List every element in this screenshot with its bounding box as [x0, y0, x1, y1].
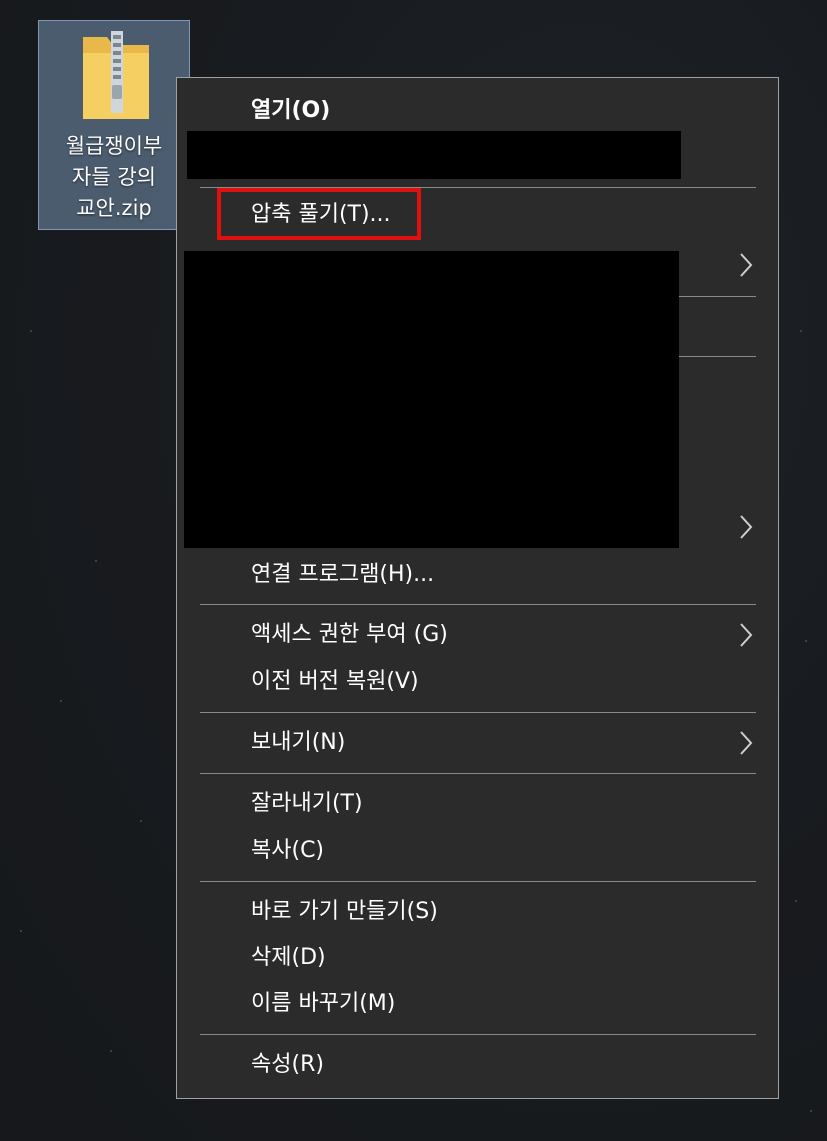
menu-separator [200, 604, 756, 605]
menu-item-create-shortcut[interactable]: 바로 가기 만들기(S) [251, 897, 438, 927]
menu-item-restore-versions[interactable]: 이전 버전 복원(V) [251, 667, 419, 697]
background-star [110, 1050, 112, 1052]
menu-separator [200, 881, 756, 882]
menu-item-give-access[interactable]: 액세스 권한 부여 (G) [251, 620, 448, 650]
background-star [20, 930, 22, 932]
background-star [810, 1110, 812, 1112]
desktop-background: 월급쟁이부 자들 강의 교안.zip 열기(O) 압축 풀기(T)... 연결 … [0, 0, 827, 1141]
chevron-right-icon [740, 623, 753, 647]
background-star [140, 820, 142, 822]
background-star [795, 900, 797, 902]
menu-item-send-to[interactable]: 보내기(N) [251, 728, 345, 758]
background-star [60, 700, 62, 702]
background-star [30, 330, 32, 332]
menu-separator [200, 773, 756, 774]
menu-item-delete[interactable]: 삭제(D) [251, 943, 326, 973]
menu-separator [200, 1034, 756, 1035]
desktop-file-item[interactable]: 월급쟁이부 자들 강의 교안.zip [38, 20, 190, 230]
menu-item-open-with[interactable]: 연결 프로그램(H)... [251, 560, 434, 590]
redacted-region [184, 251, 679, 548]
background-star [95, 560, 97, 562]
highlight-box [217, 188, 421, 240]
background-star [800, 330, 802, 332]
background-star [805, 640, 807, 642]
context-menu: 열기(O) 압축 풀기(T)... 연결 프로그램(H)... 액세스 권한 부… [176, 77, 779, 1099]
chevron-right-icon [740, 253, 753, 277]
chevron-right-icon [740, 731, 753, 755]
menu-item-rename[interactable]: 이름 바꾸기(M) [251, 989, 395, 1019]
menu-item-properties[interactable]: 속성(R) [251, 1050, 324, 1080]
chevron-right-icon [740, 515, 753, 539]
menu-item-open[interactable]: 열기(O) [251, 96, 330, 126]
zip-folder-icon [83, 31, 149, 119]
menu-separator [679, 296, 756, 297]
menu-separator [679, 356, 756, 357]
menu-separator [200, 712, 756, 713]
desktop-file-label: 월급쟁이부 자들 강의 교안.zip [65, 134, 163, 220]
redacted-region [187, 131, 681, 179]
menu-item-cut[interactable]: 잘라내기(T) [251, 789, 363, 819]
menu-item-copy[interactable]: 복사(C) [251, 836, 324, 866]
